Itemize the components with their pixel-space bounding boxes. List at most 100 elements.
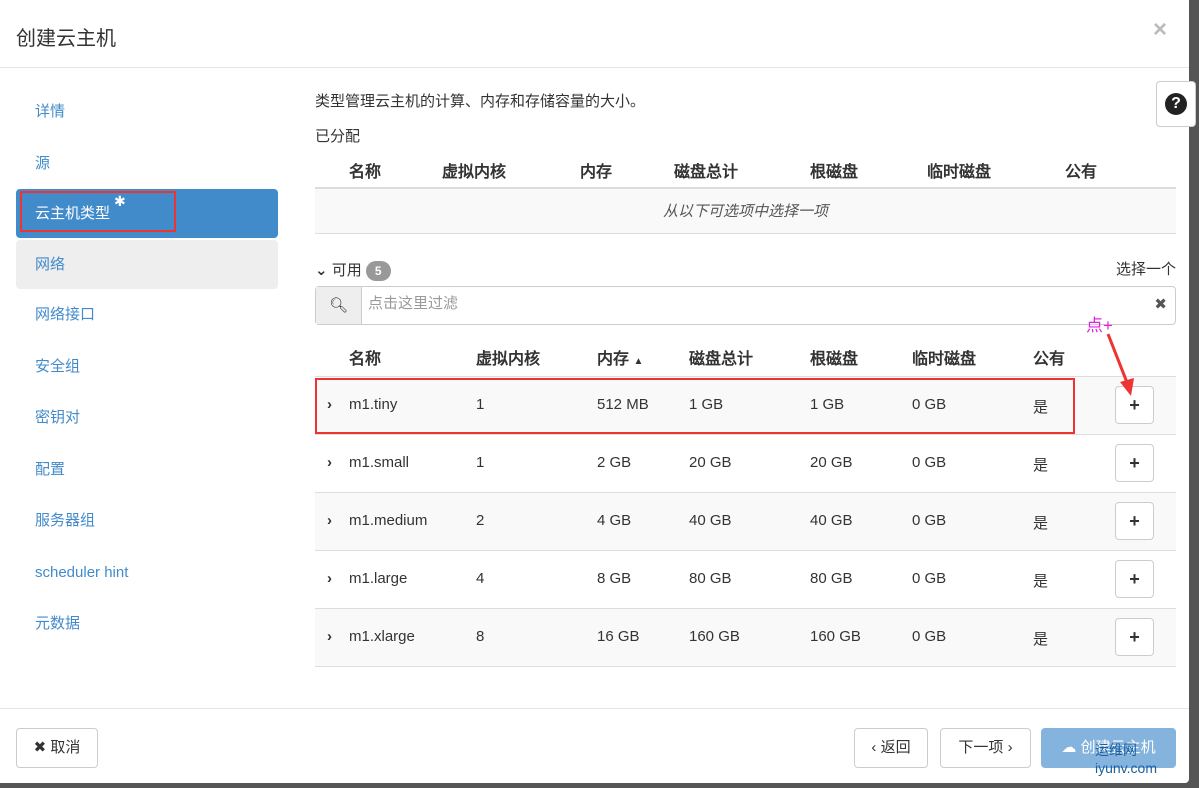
highlight-box — [20, 191, 176, 232]
cell-total-disk: 80 GB — [689, 570, 732, 587]
back-button[interactable]: ‹ 返回 — [854, 728, 928, 768]
cell-public: 是 — [1033, 573, 1049, 590]
nav-network-ports[interactable]: 网络接口 — [16, 289, 278, 341]
cell-name: m1.medium — [349, 512, 428, 529]
nav-label: 服务器组 — [35, 512, 96, 529]
cell-ram: 2 GB — [597, 454, 632, 471]
nav-label: 网络接口 — [35, 306, 96, 323]
cell-root-disk: 20 GB — [810, 454, 853, 471]
available-toggle[interactable]: ⌄ 可用 5 — [315, 259, 391, 281]
nav-flavor[interactable]: 云主机类型✱ — [16, 189, 278, 238]
nav-label: 安全组 — [35, 357, 81, 375]
next-button[interactable]: 下一项 › — [940, 728, 1031, 768]
cell-total-disk: 160 GB — [689, 628, 740, 645]
cell-ephemeral: 0 GB — [912, 512, 947, 529]
close-icon[interactable]: × — [1153, 16, 1167, 44]
required-icon: ✱ — [114, 193, 126, 209]
cell-name: m1.small — [349, 454, 410, 471]
highlight-box — [315, 378, 1075, 434]
col-ram: 内存 — [580, 164, 613, 181]
add-flavor-button[interactable]: + — [1115, 444, 1154, 482]
watermark: 运维网 iyunv.com — [1095, 742, 1157, 776]
nav-metadata[interactable]: 元数据 — [16, 598, 278, 650]
col-ephemeral: 临时磁盘 — [927, 164, 992, 181]
close-icon: ✖ — [33, 739, 47, 756]
col-root-disk[interactable]: 根磁盘 — [810, 345, 858, 369]
col-ram[interactable]: 内存 ▲ — [597, 345, 643, 369]
chevron-right-icon[interactable]: › — [327, 512, 332, 529]
chevron-down-icon: ⌄ — [315, 262, 328, 279]
filter-bar: 🔍︎ ✖ — [315, 286, 1176, 325]
add-flavor-button[interactable]: + — [1115, 502, 1154, 540]
col-total-disk: 磁盘总计 — [674, 164, 739, 181]
cancel-label: 取消 — [50, 739, 81, 756]
col-public: 公有 — [1065, 164, 1098, 181]
flavor-row: › m1.small 1 2 GB 20 GB 20 GB 0 GB 是 + — [315, 434, 1176, 492]
cell-ephemeral: 0 GB — [912, 454, 947, 471]
col-ephemeral[interactable]: 临时磁盘 — [912, 345, 976, 369]
nav-source[interactable]: 源 — [16, 138, 278, 190]
col-root-disk: 根磁盘 — [810, 164, 859, 181]
cell-name: m1.large — [349, 570, 408, 587]
cell-vcpus: 1 — [476, 454, 485, 471]
nav-label: 源 — [35, 154, 51, 172]
nav-label: 详情 — [35, 103, 66, 120]
nav-label: scheduler hint — [35, 563, 129, 581]
nav-configuration[interactable]: 配置 — [16, 444, 278, 496]
col-total-disk[interactable]: 磁盘总计 — [689, 345, 753, 369]
nav-label: 密钥对 — [35, 409, 81, 426]
nav-label: 元数据 — [35, 615, 81, 632]
clear-filter-icon[interactable]: ✖ — [1154, 295, 1167, 313]
cell-ephemeral: 0 GB — [912, 570, 947, 587]
cell-vcpus: 4 — [476, 570, 485, 587]
col-public[interactable]: 公有 — [1033, 345, 1065, 369]
chevron-right-icon[interactable]: › — [327, 628, 332, 645]
cancel-button[interactable]: ✖ 取消 — [16, 728, 98, 768]
nav-security-groups[interactable]: 安全组 — [16, 341, 278, 393]
cell-public: 是 — [1033, 631, 1049, 648]
nav-key-pair[interactable]: 密钥对 — [16, 392, 278, 444]
available-count-badge: 5 — [365, 261, 391, 281]
col-ram-label: 内存 — [597, 351, 630, 368]
filter-input[interactable] — [368, 295, 1128, 312]
col-vcpus: 虚拟内核 — [442, 164, 507, 181]
dialog-title: 创建云主机 — [16, 28, 116, 50]
available-label: 可用 — [331, 262, 362, 279]
cell-root-disk: 40 GB — [810, 512, 853, 529]
col-vcpus[interactable]: 虚拟内核 — [476, 345, 540, 369]
description: 类型管理云主机的计算、内存和存储容量的大小。 — [315, 93, 646, 110]
cell-public: 是 — [1033, 457, 1049, 474]
cell-ram: 16 GB — [597, 628, 640, 645]
nav-server-groups[interactable]: 服务器组 — [16, 495, 278, 547]
flavor-row: › m1.large 4 8 GB 80 GB 80 GB 0 GB 是 + — [315, 550, 1176, 608]
search-icon: 🔍︎ — [316, 287, 362, 324]
nav-label: 网络 — [35, 256, 66, 273]
cell-name: m1.xlarge — [349, 628, 415, 645]
cell-total-disk: 20 GB — [689, 454, 732, 471]
cell-vcpus: 2 — [476, 512, 485, 529]
chevron-right-icon[interactable]: › — [327, 454, 332, 471]
allocated-empty-message: 从以下可选项中选择一项 — [315, 189, 1176, 234]
flavor-row: › m1.medium 2 4 GB 40 GB 40 GB 0 GB 是 + — [315, 492, 1176, 550]
add-flavor-button[interactable]: + — [1115, 618, 1154, 656]
chevron-right-icon[interactable]: › — [327, 570, 332, 587]
cell-total-disk: 40 GB — [689, 512, 732, 529]
cloud-upload-icon: ☁ — [1061, 739, 1077, 756]
dialog-header: 创建云主机 × — [0, 0, 1189, 68]
cell-ephemeral: 0 GB — [912, 628, 947, 645]
nav-networks[interactable]: 网络 — [16, 240, 278, 289]
nav-scheduler-hint[interactable]: scheduler hint — [16, 547, 278, 599]
col-name: 名称 — [349, 164, 382, 181]
nav-details[interactable]: 详情 — [16, 86, 278, 138]
add-flavor-button[interactable]: + — [1115, 560, 1154, 598]
annotation-arrow-icon — [1106, 333, 1134, 396]
cell-root-disk: 160 GB — [810, 628, 861, 645]
create-instance-dialog: 创建云主机 × 详情 源 云主机类型✱ 网络 网络接口 安全组 密钥对 配置 服… — [0, 0, 1196, 783]
dialog-footer: ✖ 取消 ‹ 返回 下一项 › ☁ 创建云主机 — [0, 708, 1189, 783]
col-name[interactable]: 名称 — [349, 345, 381, 369]
cell-root-disk: 80 GB — [810, 570, 853, 587]
cell-vcpus: 8 — [476, 628, 485, 645]
nav-label: 配置 — [35, 460, 66, 478]
help-button[interactable]: ? — [1156, 81, 1196, 127]
allocated-label: 已分配 — [315, 128, 361, 145]
